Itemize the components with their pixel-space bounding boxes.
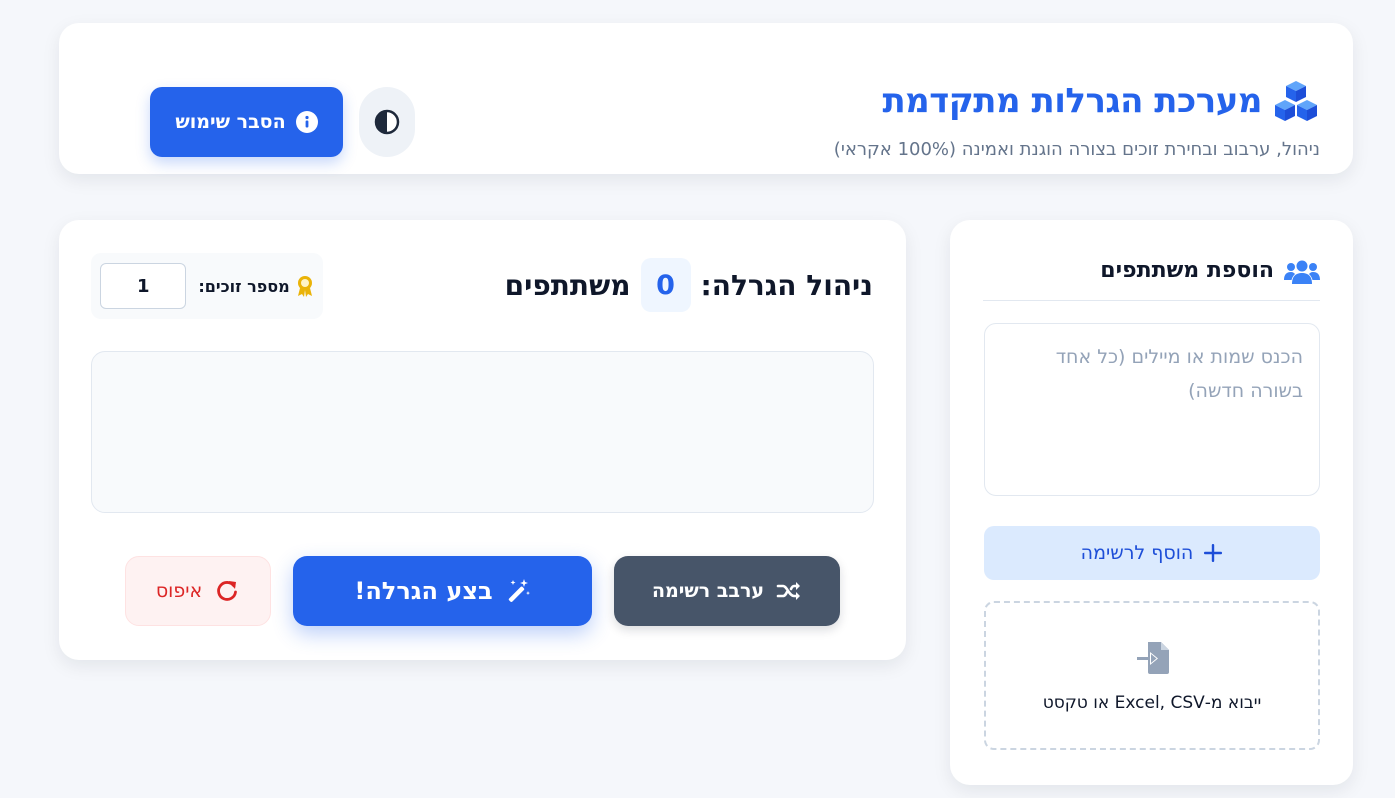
shuffle-list-label: ערבב רשימה — [651, 580, 765, 602]
header-title-row: מערכת הגרלות מתקדמת — [882, 79, 1320, 123]
participants-title: הוספת משתתפים — [1100, 258, 1274, 283]
reset-button[interactable]: איפוס — [125, 556, 271, 626]
half-circle-icon — [374, 109, 400, 135]
help-button-label: הסבר שימוש — [175, 111, 286, 133]
winners-count-input[interactable] — [100, 263, 187, 309]
theme-toggle-button[interactable] — [359, 87, 415, 157]
add-to-list-button[interactable]: הוסף לרשימה — [984, 526, 1320, 580]
draw-button[interactable]: בצע הגרלה! — [293, 556, 592, 626]
participant-count-suffix: משתתפים — [504, 268, 631, 302]
file-import-icon — [1137, 642, 1169, 674]
draw-label: בצע הגרלה! — [354, 577, 493, 605]
cubes-icon — [1275, 81, 1317, 121]
refresh-icon — [217, 581, 238, 601]
users-icon — [1284, 260, 1320, 284]
lottery-title: ניהול הגרלה: — [700, 268, 873, 302]
import-label: ייבוא מ-Excel, CSV או טקסט — [1042, 693, 1262, 713]
winners-label-wrap: מספר זוכים: — [198, 275, 313, 297]
names-textarea[interactable] — [984, 323, 1320, 496]
add-to-list-label: הוסף לרשימה — [1080, 542, 1194, 564]
lottery-title-row: ניהול הגרלה: 0 משתתפים — [505, 258, 873, 312]
header-card: מערכת הגרלות מתקדמת ניהול, ערבוב ובחירת … — [59, 23, 1353, 174]
magic-wand-icon — [508, 579, 530, 602]
participant-count-badge: 0 — [640, 258, 691, 312]
page-subtitle: ניהול, ערבוב ובחירת זוכים בצורה הוגנת וא… — [833, 139, 1320, 160]
page-title: מערכת הגרלות מתקדמת — [882, 81, 1262, 121]
participants-card: הוספת משתתפים הוסף לרשימה ייבוא מ-Excel,… — [950, 220, 1353, 785]
winners-count-box: מספר זוכים: — [91, 253, 323, 319]
medal-icon — [297, 276, 312, 297]
info-icon — [295, 111, 318, 133]
import-dropzone[interactable]: ייבוא מ-Excel, CSV או טקסט — [984, 601, 1320, 750]
results-area — [91, 351, 874, 513]
reset-label: איפוס — [155, 580, 203, 602]
winners-label: מספר זוכים: — [198, 276, 290, 296]
plus-icon — [1204, 544, 1223, 562]
shuffle-icon — [776, 582, 801, 600]
help-button[interactable]: הסבר שימוש — [150, 87, 343, 157]
shuffle-list-button[interactable]: ערבב רשימה — [614, 556, 840, 626]
page: מערכת הגרלות מתקדמת ניהול, ערבוב ובחירת … — [0, 0, 1395, 798]
lottery-card: ניהול הגרלה: 0 משתתפים מספר זוכים: 1 ערב… — [59, 220, 906, 660]
participants-header: הוספת משתתפים — [983, 258, 1320, 301]
